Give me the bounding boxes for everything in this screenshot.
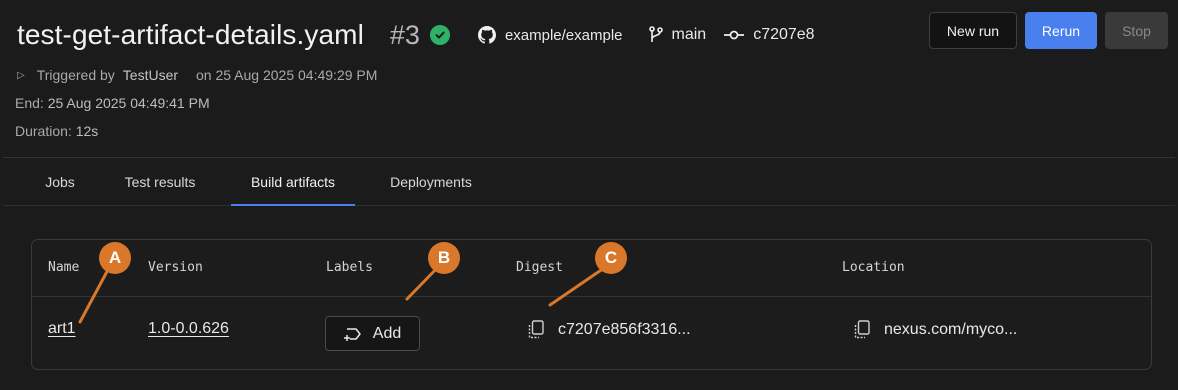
column-header-labels: Labels <box>326 260 373 275</box>
duration-value: 12s <box>75 123 99 139</box>
rerun-button[interactable]: Rerun <box>1025 12 1097 49</box>
label-add-icon <box>343 327 361 341</box>
run-header: test-get-artifact-details.yaml #3 exampl… <box>17 14 815 56</box>
tab-jobs[interactable]: Jobs <box>27 158 93 205</box>
artifact-digest-cell: c7207e856f3316... <box>528 320 691 339</box>
repo-name: example/example <box>504 26 623 44</box>
artifact-location-cell: nexus.com/myco... <box>854 320 1017 339</box>
copy-icon[interactable] <box>528 320 544 339</box>
github-icon <box>477 26 496 44</box>
copy-icon[interactable] <box>854 320 870 339</box>
annotation-marker-b: B <box>428 242 460 274</box>
end-value: 25 Aug 2025 04:49:41 PM <box>47 95 210 111</box>
run-number: #3 <box>389 19 420 50</box>
add-label-button[interactable]: Add <box>325 316 420 351</box>
artifact-digest: c7207e856f3316... <box>558 320 691 338</box>
column-header-name: Name <box>48 260 80 275</box>
artifact-name-link[interactable]: art1 <box>48 320 76 338</box>
triggered-by-user: TestUser <box>122 67 179 83</box>
tab-bar: Jobs Test results Build artifacts Deploy… <box>3 158 1175 206</box>
artifact-version-cell: 1.0-0.0.626 <box>148 320 229 338</box>
branch-link[interactable]: main <box>648 26 707 44</box>
branch-name: main <box>671 26 707 43</box>
run-details-page: test-get-artifact-details.yaml #3 exampl… <box>3 0 1175 390</box>
commit-link[interactable]: c7207e8 <box>724 26 815 44</box>
triggered-on: on 25 Aug 2025 04:49:29 PM <box>196 67 378 83</box>
table-header: Name Version Labels Digest Location <box>32 240 1151 297</box>
add-label-text: Add <box>372 324 402 342</box>
artifact-name-cell: art1 <box>48 320 76 338</box>
tab-test-results[interactable]: Test results <box>107 158 213 205</box>
git-commit-icon <box>724 30 745 40</box>
end-label: End: <box>15 95 44 111</box>
annotation-marker-a: A <box>99 242 131 274</box>
duration-label: Duration: <box>15 123 72 139</box>
artifact-version-link[interactable]: 1.0-0.0.626 <box>148 320 229 338</box>
annotation-marker-c: C <box>595 242 627 274</box>
column-header-version: Version <box>148 260 203 275</box>
artifact-location: nexus.com/myco... <box>884 320 1018 338</box>
repo-link[interactable]: example/example <box>477 26 623 44</box>
triggered-by-label: Triggered by <box>36 67 115 83</box>
new-run-button[interactable]: New run <box>929 12 1017 49</box>
commit-sha: c7207e8 <box>753 26 815 43</box>
git-branch-icon <box>648 26 663 42</box>
duration-info: Duration: 12s <box>15 123 98 139</box>
tab-deployments[interactable]: Deployments <box>373 158 489 205</box>
trigger-info[interactable]: ▷ Triggered by TestUser on 25 Aug 2025 0… <box>17 67 377 83</box>
column-header-digest: Digest <box>516 260 563 275</box>
end-info: End: 25 Aug 2025 04:49:41 PM <box>15 95 210 111</box>
expand-triangle-icon[interactable]: ▷ <box>17 70 25 81</box>
column-header-location: Location <box>842 260 905 275</box>
tab-build-artifacts[interactable]: Build artifacts <box>231 158 355 206</box>
stop-button: Stop <box>1105 12 1168 49</box>
check-circle-icon <box>429 25 450 45</box>
page-title: test-get-artifact-details.yaml <box>17 19 364 50</box>
artifacts-table: Name Version Labels Digest Location art1… <box>31 239 1152 370</box>
